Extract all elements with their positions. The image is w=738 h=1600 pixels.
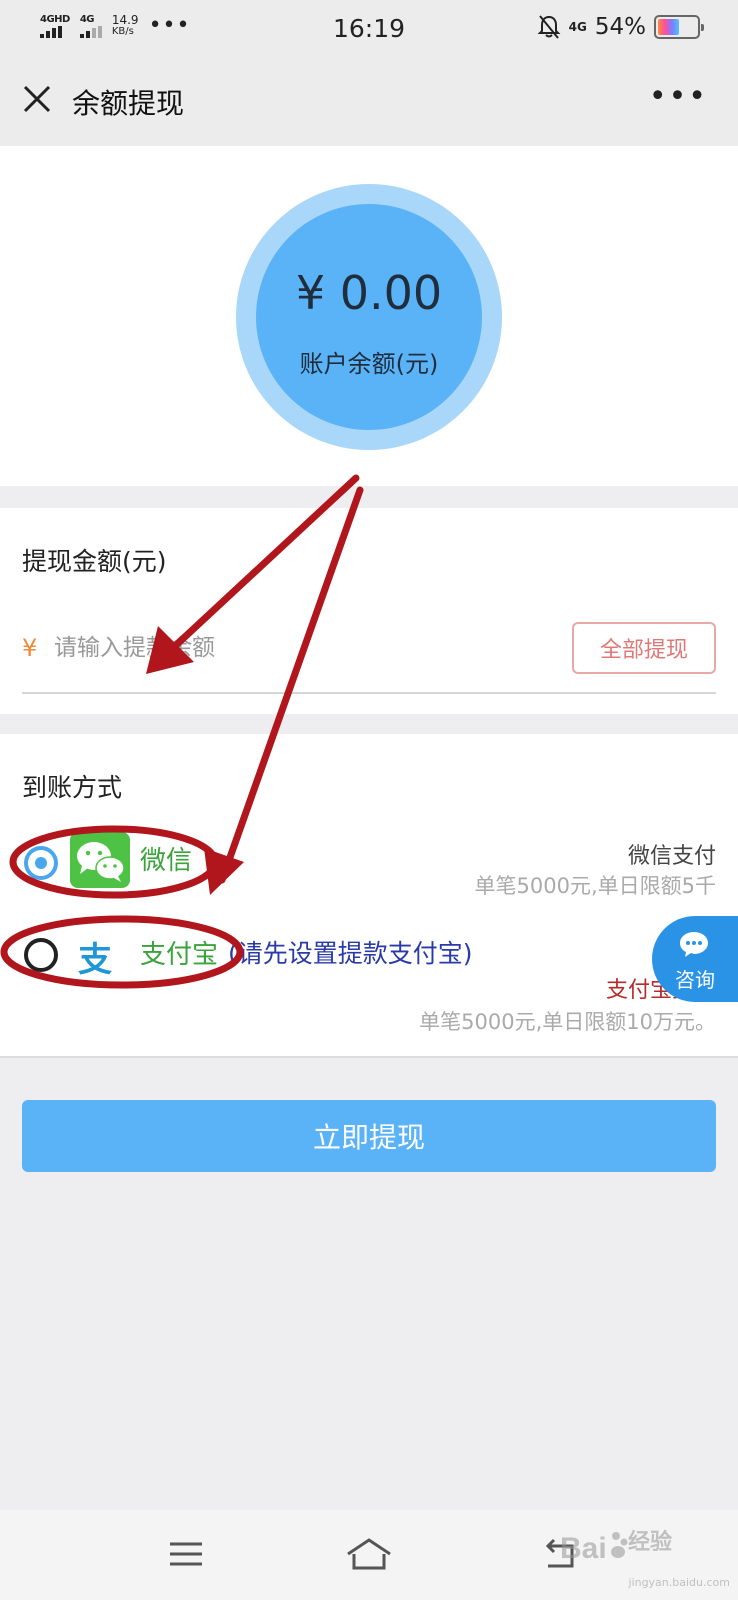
input-underline (22, 692, 716, 694)
withdraw-amount-panel: 提现金额(元) ¥ 全部提现 (0, 508, 738, 714)
withdraw-amount-input[interactable] (54, 628, 534, 668)
yen-icon: ¥ (22, 634, 38, 662)
alipay-radio[interactable] (24, 938, 58, 972)
withdraw-amount-title: 提现金额(元) (22, 547, 167, 576)
page-title: 余额提现 (72, 87, 185, 120)
wechat-bubbles-icon (77, 842, 125, 882)
wechat-icon (70, 832, 130, 888)
withdraw-all-button[interactable]: 全部提现 (572, 622, 716, 674)
menu-icon[interactable] (166, 1536, 206, 1572)
baidu-watermark: Bai 经验 jingyan.baidu.com (560, 1510, 730, 1589)
wechat-radio[interactable] (24, 846, 58, 880)
alipay-icon: 支 (78, 940, 112, 980)
wechat-pay-limit: 单笔5000元,单日限额5千 (474, 874, 716, 898)
chat-bubble-icon (680, 932, 708, 957)
watermark-url: jingyan.baidu.com (628, 1576, 730, 1589)
balance-ring: ¥ 0.00 账户余额(元) (236, 184, 502, 450)
more-menu-icon[interactable]: ••• (649, 82, 708, 112)
wechat-pay-title: 微信支付 (627, 844, 716, 869)
consult-button[interactable]: 咨询 (652, 916, 738, 1002)
close-icon[interactable] (22, 84, 52, 114)
consult-label: 咨询 (675, 968, 715, 992)
withdraw-now-button[interactable]: 立即提现 (22, 1100, 716, 1172)
network-type: 4G (568, 20, 587, 34)
wechat-label[interactable]: 微信 (140, 840, 192, 877)
home-icon[interactable] (344, 1536, 394, 1572)
watermark-suffix: 经验 (628, 1530, 673, 1555)
mute-bell-icon (537, 15, 561, 39)
watermark-brand: Bai (560, 1532, 607, 1565)
alipay-withdraw-limit: 单笔5000元,单日限额10万元。 (419, 1010, 716, 1034)
battery-percent: 54% (594, 14, 646, 40)
alipay-label[interactable]: 支付宝 (140, 934, 218, 971)
balance-panel: ¥ 0.00 账户余额(元) (0, 146, 738, 486)
balance-circle: ¥ 0.00 账户余额(元) (256, 204, 482, 430)
status-right: 4G 54% (537, 14, 704, 40)
alipay-setup-link[interactable]: (请先设置提款支付宝) (228, 934, 473, 970)
panel-divider (0, 1056, 738, 1058)
battery-icon (654, 15, 704, 39)
balance-label: 账户余额(元) (299, 350, 439, 378)
payout-method-panel: 到账方式 微信 微信支付 单笔5000元,单日限额5千 支 支付宝 (请先设置提… (0, 734, 738, 1058)
balance-amount: ¥ 0.00 (295, 266, 443, 320)
battery-fill (658, 19, 679, 35)
title-bar: 余额提现 ••• (0, 60, 738, 146)
status-bar: 4GHD 4G 14.9 KB/s ••• 16:19 4G 54% (0, 0, 738, 60)
payout-method-title: 到账方式 (22, 773, 123, 802)
watermark-label: 经验 (628, 1524, 672, 1556)
baidu-paw-icon: Bai (560, 1532, 628, 1565)
